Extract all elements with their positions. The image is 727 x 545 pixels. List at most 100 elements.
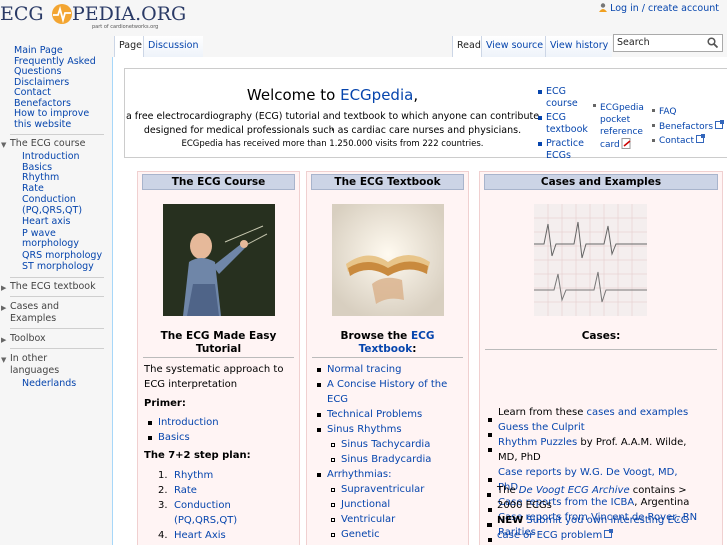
new-badge: NEW	[497, 515, 524, 526]
tab-view-history[interactable]: View history	[545, 36, 613, 57]
ecgpedia-link[interactable]: ECGpedia	[340, 86, 413, 104]
teacher-photo[interactable]	[163, 204, 275, 316]
collapsed-arrow-icon: ▶	[1, 283, 7, 292]
textbook-title-end: :	[412, 343, 417, 355]
cases-link-archive[interactable]: De Voogt ECG Archive	[519, 485, 630, 496]
sidebar-item-introduction[interactable]: Introduction	[0, 151, 110, 163]
course-link-rate[interactable]: Rate	[174, 483, 197, 498]
sidebar-item-nederlands[interactable]: Nederlands	[0, 378, 110, 390]
textbook-link-ventricular[interactable]: Ventricular	[341, 512, 395, 527]
textbook-link-technical[interactable]: Technical Problems	[327, 407, 422, 422]
bullet-icon	[488, 418, 492, 422]
link-benefactors[interactable]: Benefactors	[659, 120, 725, 133]
list-number: 1.	[158, 470, 168, 481]
link-faq[interactable]: FAQ	[659, 106, 676, 118]
course-desc-2: ECG interpretation	[144, 379, 238, 390]
tab-read[interactable]: Read	[452, 36, 485, 57]
cases-link-submit-cont[interactable]: case or ECG problem	[497, 528, 614, 543]
link-ecg-course-cont[interactable]: course	[546, 98, 578, 110]
ecg-strip-image[interactable]	[534, 204, 647, 316]
cases-link-culprit[interactable]: Guess the Culprit	[498, 420, 585, 435]
textbook-title-2: Textbook:	[307, 343, 468, 356]
textbook-link-history-cont[interactable]: ECG	[327, 392, 348, 407]
textbook-link-history[interactable]: A Concise History of the	[327, 377, 447, 392]
link-ecg-textbook-cont[interactable]: textbook	[546, 124, 588, 136]
tab-view-source[interactable]: View source	[481, 36, 548, 57]
textbook-title-1: Browse the ECG	[307, 330, 468, 343]
sidebar-section-toolbox[interactable]: ▶ Toolbox	[0, 333, 110, 344]
course-link-rhythm[interactable]: Rhythm	[174, 468, 213, 483]
textbook-link-supraventricular[interactable]: Supraventricular	[341, 482, 424, 497]
sidebar-item-contact[interactable]: Contact	[0, 87, 110, 99]
sidebar-item-conduction-cont[interactable]: (PQ,QRS,QT)	[0, 205, 110, 217]
bullet-icon	[487, 523, 491, 527]
link-pocket-card-3[interactable]: reference	[600, 126, 643, 138]
sidebar-item-main-page[interactable]: Main Page	[0, 45, 110, 57]
bullet-icon	[488, 478, 492, 482]
textbook-link-sinus-tachy[interactable]: Sinus Tachycardia	[341, 437, 430, 452]
section-heading: Cases and	[10, 300, 60, 312]
welcome-title-suffix: ,	[413, 86, 419, 104]
sidebar-item-improve[interactable]: How to improve	[0, 108, 110, 120]
link-practice-ecgs-cont[interactable]: ECGs	[546, 150, 571, 162]
sidebar-item-qrs[interactable]: QRS morphology	[0, 250, 110, 262]
course-link-introduction[interactable]: Introduction	[158, 415, 219, 430]
textbook-panel: The ECG Textbook Browse the ECG Textbook…	[306, 171, 469, 545]
welcome-title-prefix: Welcome to	[246, 86, 341, 104]
textbook-link-normal[interactable]: Normal tracing	[327, 362, 401, 377]
sidebar-section-cases-cont[interactable]: Examples	[0, 313, 110, 324]
tab-page[interactable]: Page	[114, 36, 146, 57]
course-link-heart-axis[interactable]: Heart Axis	[174, 528, 226, 543]
sidebar-item-rate[interactable]: Rate	[0, 183, 110, 195]
cases-link-rhythm-puzzles[interactable]: Rhythm Puzzles	[498, 437, 577, 448]
link-pocket-card-2[interactable]: pocket	[600, 114, 630, 126]
cases-title: Cases:	[581, 330, 621, 342]
textbook-link-sinus-brady[interactable]: Sinus Bradycardia	[341, 452, 431, 467]
sidebar-divider	[10, 347, 104, 349]
textbook-link-arrhythmias[interactable]: Arrhythmias:	[327, 467, 391, 482]
sidebar-item-rhythm[interactable]: Rhythm	[0, 172, 110, 184]
search-icon[interactable]	[707, 37, 718, 48]
sidebar-section-ecg-textbook[interactable]: ▶ The ECG textbook	[0, 281, 110, 292]
cases-link-submit[interactable]: Submit you own interesting ECG	[526, 515, 688, 526]
cases-link-devoogt[interactable]: Case reports by W.G. De Voogt, MD,	[498, 465, 678, 480]
sidebar-section-cases[interactable]: ▶ Cases and	[0, 301, 110, 312]
textbook-link-sinus[interactable]: Sinus Rhythms	[327, 422, 402, 437]
link-ecg-textbook[interactable]: ECG	[546, 112, 566, 124]
pdf-icon	[621, 138, 631, 149]
login-link[interactable]: Log in / create account	[610, 3, 719, 14]
course-link-basics[interactable]: Basics	[158, 430, 190, 445]
sidebar-item-faq-cont[interactable]: Questions	[0, 66, 110, 78]
course-link-conduction[interactable]: Conduction	[174, 498, 231, 513]
sidebar-item-st[interactable]: ST morphology	[0, 261, 110, 273]
textbook-link-junctional[interactable]: Junctional	[341, 497, 390, 512]
cases-line-3: Rhythm Puzzles by Prof. A.A.M. Wilde,	[498, 435, 686, 450]
sidebar-section-ecg-course[interactable]: ▼ The ECG course	[0, 138, 110, 149]
book-photo[interactable]	[332, 204, 444, 316]
bullet-icon	[593, 104, 596, 107]
section-heading: In other	[10, 352, 48, 364]
sidebar-item-p-wave-cont[interactable]: morphology	[0, 238, 110, 250]
course-link-conduction-cont[interactable]: (PQ,QRS,QT)	[174, 513, 237, 528]
sidebar-item-conduction[interactable]: Conduction	[0, 194, 110, 206]
textbook-title-link-2[interactable]: Textbook	[359, 343, 413, 355]
site-logo[interactable]: ECG PEDIA.ORG part of cardionetworks.org	[0, 0, 190, 40]
sidebar-item-heart-axis[interactable]: Heart axis	[0, 216, 110, 228]
cases-link-examples[interactable]: cases and examples	[587, 407, 689, 418]
link-practice-ecgs[interactable]: Practice	[546, 138, 584, 150]
link-pocket-card[interactable]: ECGpedia	[600, 102, 644, 114]
bullet-icon	[538, 142, 542, 146]
bullet-icon	[538, 90, 542, 94]
search-input[interactable]: Search	[613, 34, 723, 52]
link-pocket-card-4[interactable]: card	[600, 138, 632, 151]
course-panel: The ECG Course The ECG Made Easy Tutoria…	[137, 171, 300, 545]
textbook-title-link[interactable]: ECG	[411, 330, 435, 342]
link-contact[interactable]: Contact	[659, 134, 706, 147]
bullet-icon	[317, 413, 321, 417]
cases-link-submit-cont-label: case or ECG problem	[497, 530, 603, 541]
tab-discussion[interactable]: Discussion	[143, 36, 203, 57]
link-ecg-course[interactable]: ECG	[546, 86, 566, 98]
sidebar-section-languages[interactable]: ▼ In other	[0, 353, 110, 364]
sidebar-item-improve-cont[interactable]: this website	[0, 119, 110, 131]
textbook-link-genetic[interactable]: Genetic	[341, 527, 380, 542]
